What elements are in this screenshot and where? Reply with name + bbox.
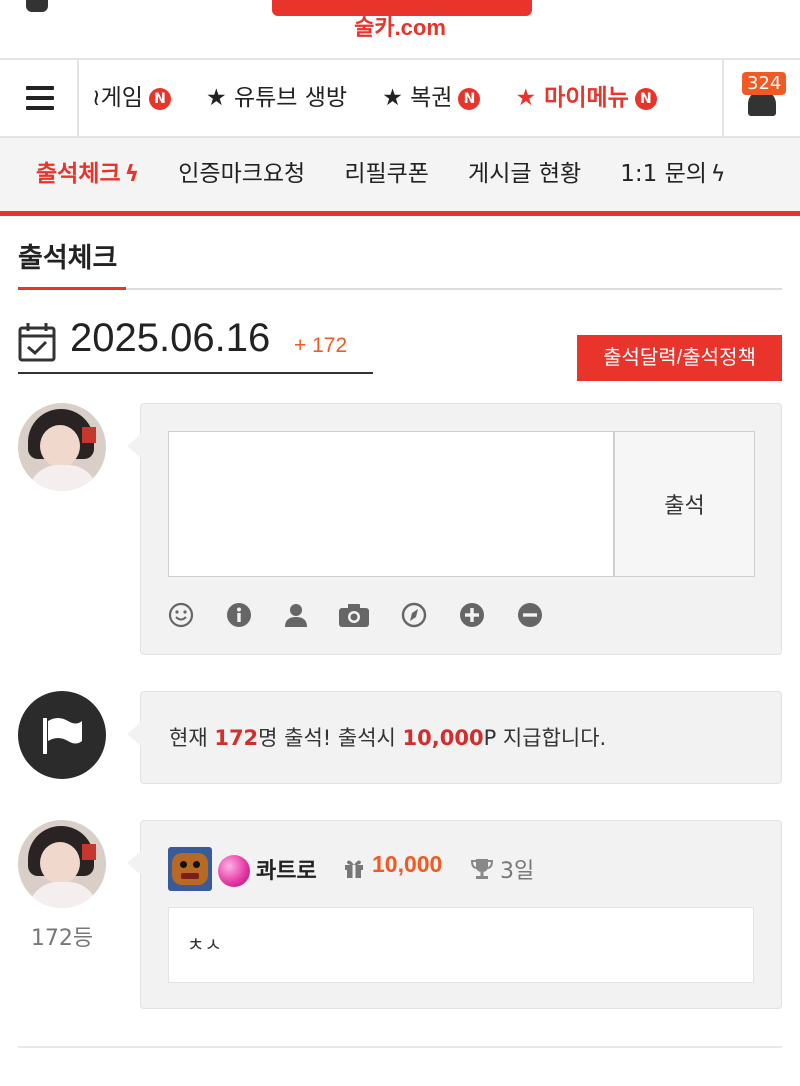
divider xyxy=(18,1046,782,1048)
new-badge: N xyxy=(148,87,171,110)
attendance-comment-input[interactable] xyxy=(168,431,614,577)
nav-item-lottery[interactable]: ★ 복권 N xyxy=(382,60,481,136)
calendar-check-icon xyxy=(18,323,56,362)
smile-icon[interactable] xyxy=(168,602,194,628)
notification-count: 324 xyxy=(742,72,787,95)
site-header: 술카.com xyxy=(0,0,800,58)
gift-icon xyxy=(345,860,363,878)
tab-attendance[interactable]: 출석체크 ϟ xyxy=(36,138,139,211)
tab-certification-request[interactable]: 인증마크요청 xyxy=(178,138,305,211)
current-date: 2025.06.16 xyxy=(70,316,271,360)
hamburger-menu-icon[interactable] xyxy=(0,60,79,136)
grade-orb-icon xyxy=(218,855,250,887)
camera-icon[interactable] xyxy=(338,602,370,628)
info-icon[interactable] xyxy=(226,602,252,628)
main-nav: ≀게임 N ★ 유튜브 생방 ★ 복권 N ★ 마이메뉴 N 324 xyxy=(0,58,800,138)
user-nickname[interactable]: 콰트로 xyxy=(256,853,317,885)
attendance-entry: 콰트로 10,000 3일 ㅊㅅ xyxy=(127,820,782,1009)
user-icon[interactable] xyxy=(283,602,309,628)
avatar xyxy=(18,820,106,908)
site-domain[interactable]: 술카.com xyxy=(0,10,800,42)
page-title: 출석체크 xyxy=(18,243,118,274)
date-row: 2025.06.16 + 172 xyxy=(18,316,373,374)
attendance-form: 출석 xyxy=(127,403,782,655)
notification-button[interactable]: 324 xyxy=(722,60,800,136)
new-badge: N xyxy=(458,87,481,110)
attendance-submit-button[interactable]: 출석 xyxy=(614,431,755,577)
attendance-notice: 현재 172명 출석! 출석시 10,000P 지급합니다. xyxy=(127,691,782,784)
avatar xyxy=(18,403,106,491)
level-icon xyxy=(168,847,212,891)
plus-circle-icon[interactable] xyxy=(459,602,485,628)
trophy-icon xyxy=(470,859,494,879)
attendance-delta: + 172 xyxy=(294,334,348,357)
nav-item-youtube-live[interactable]: ★ 유튜브 생방 xyxy=(206,60,347,136)
nav-item-game[interactable]: ≀게임 N xyxy=(92,60,171,136)
compass-icon[interactable] xyxy=(401,602,427,628)
attendance-streak: 3일 xyxy=(500,859,535,884)
attendee-count: 172 xyxy=(214,726,259,750)
divider xyxy=(18,288,782,290)
sub-nav: 출석체크 ϟ 인증마크요청 리필쿠폰 게시글 현황 1:1 문의 ϟ xyxy=(0,138,800,216)
attendance-policy-button[interactable]: 출석달력/출석정책 xyxy=(577,335,782,381)
main-nav-items: ≀게임 N ★ 유튜브 생방 ★ 복권 N ★ 마이메뉴 N xyxy=(92,60,720,136)
tab-refill-coupon[interactable]: 리필쿠폰 xyxy=(344,138,429,211)
nav-item-my-menu[interactable]: ★ 마이메뉴 N xyxy=(516,60,657,136)
attendance-rank: 172등 xyxy=(30,926,94,951)
flag-icon xyxy=(18,691,106,779)
entry-comment: ㅊㅅ xyxy=(168,907,754,983)
bolt-icon: ϟ xyxy=(124,162,140,187)
minus-circle-icon[interactable] xyxy=(517,602,543,628)
bolt-icon: ϟ xyxy=(710,162,726,187)
earned-points: 10,000 xyxy=(372,851,443,877)
tab-post-status[interactable]: 게시글 현황 xyxy=(468,138,581,211)
comment-text: ㅊㅅ xyxy=(187,934,222,956)
new-badge: N xyxy=(634,87,657,110)
tab-inquiry[interactable]: 1:1 문의 ϟ xyxy=(620,138,725,211)
reward-points: 10,000 xyxy=(402,726,484,750)
title-underline xyxy=(18,287,126,290)
